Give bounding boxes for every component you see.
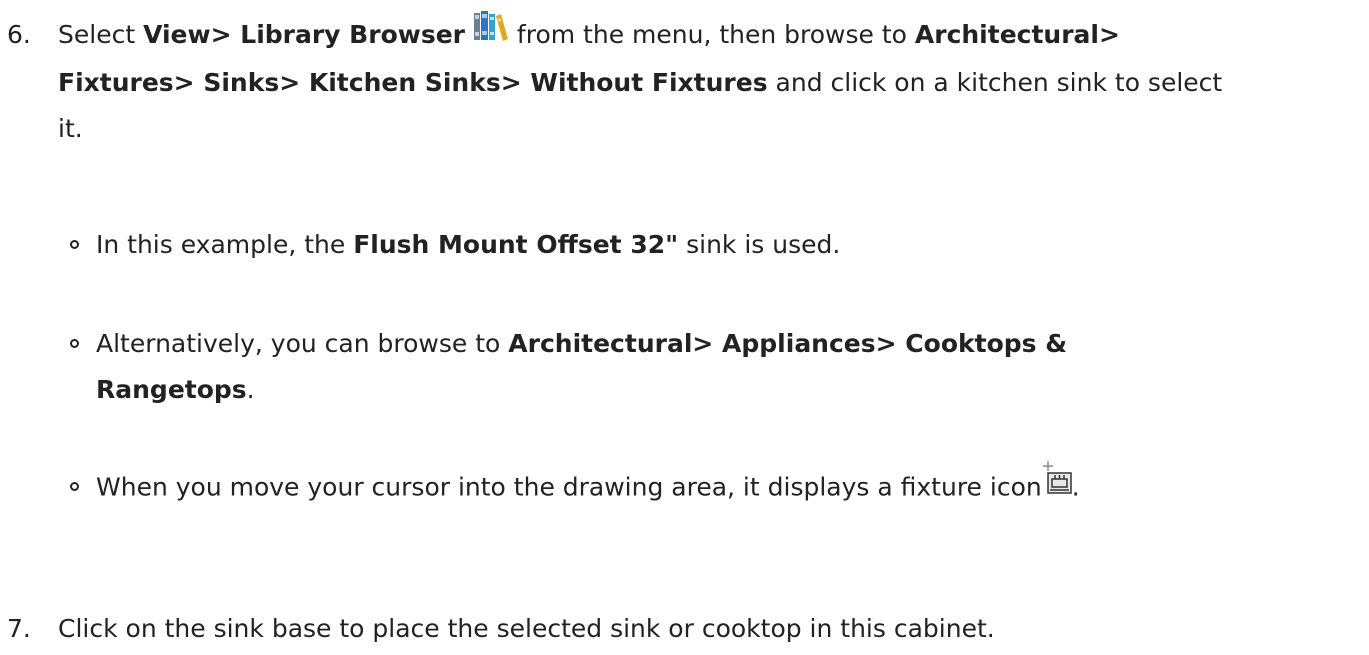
browse-path: Architectural> xyxy=(914,20,1120,49)
instruction-page: 6. Select View> Library Browser from the… xyxy=(0,0,1369,655)
menu-path: View> Library Browser xyxy=(143,20,466,49)
step-number: 6. xyxy=(7,20,31,49)
library-browser-icon xyxy=(473,10,509,57)
bullet-icon xyxy=(70,339,79,348)
sub-item-2-text: Alternatively, you can browse to Archite… xyxy=(96,329,1068,404)
step-6-text: Select View> Library Browser from the me… xyxy=(58,10,1348,152)
sub-item-1-text: In this example, the Flush Mount Offset … xyxy=(96,230,841,259)
bullet-icon xyxy=(70,482,79,491)
step-6-line-2: Fixtures> Sinks> Kitchen Sinks> Without … xyxy=(58,67,1223,97)
step-number: 7. xyxy=(7,614,31,643)
step-6-line-1: Select View> Library Browser from the me… xyxy=(58,10,1348,60)
bullet-icon xyxy=(70,240,79,249)
sub-item-3-text: When you move your cursor into the drawi… xyxy=(96,461,1346,513)
fixture-cursor-icon xyxy=(1042,461,1072,510)
step-6-line-3: it. xyxy=(58,113,83,143)
step-7-text: Click on the sink base to place the sele… xyxy=(58,614,995,643)
